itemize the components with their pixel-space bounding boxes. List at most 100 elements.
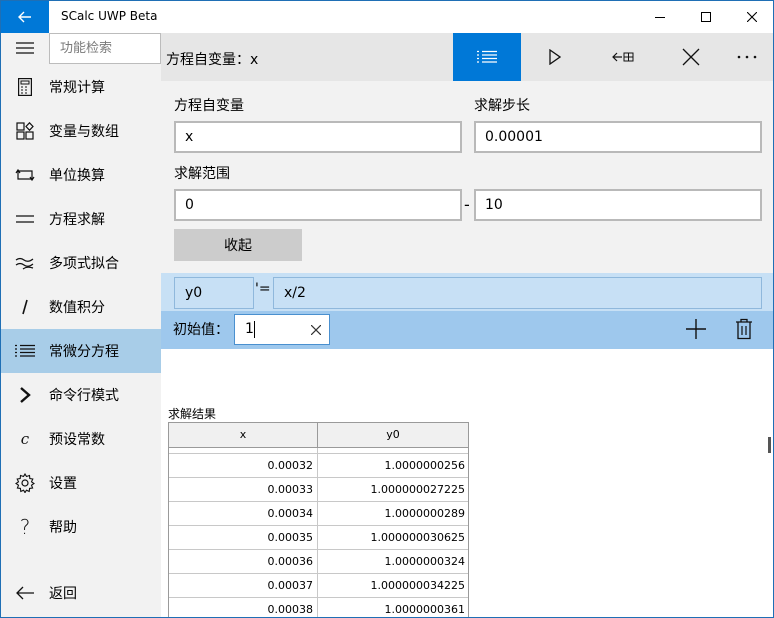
sidebar-back-button[interactable]: 返回 — [1, 571, 161, 615]
initial-value-input[interactable]: 1 — [234, 314, 330, 345]
cell-y0: 1.0000000324 — [384, 555, 465, 568]
close-icon — [682, 48, 700, 66]
run-button[interactable] — [521, 33, 589, 81]
sidebar-item-integral[interactable]: 数值积分 — [1, 285, 161, 329]
gear-icon — [1, 461, 49, 505]
range-dash: - — [464, 195, 470, 214]
constant-icon: c — [20, 430, 30, 448]
sidebar-item-regular-calc[interactable]: 常规计算 — [1, 65, 161, 109]
arrow-left-icon — [1, 571, 49, 615]
trash-icon — [736, 318, 752, 340]
table-row[interactable]: 0.00037 1.000000034225 — [169, 574, 468, 598]
clear-button[interactable] — [657, 33, 725, 81]
delete-equation-button[interactable] — [731, 316, 757, 342]
calculator-icon — [1, 65, 49, 109]
cell-y0: 1.000000027225 — [370, 483, 465, 496]
sidebar: 常规计算 变量与数组 单位换算 方程求解 多项式拟合 — [1, 33, 161, 617]
cell-x: 0.00032 — [169, 454, 318, 478]
sidebar-item-label: 多项式拟合 — [49, 256, 119, 272]
search-input[interactable] — [49, 33, 161, 64]
maximize-button[interactable] — [683, 1, 729, 33]
add-equation-button[interactable] — [683, 316, 709, 342]
close-icon — [311, 325, 321, 335]
range-label: 求解范围 — [174, 166, 230, 182]
sidebar-item-help[interactable]: ? 帮助 — [1, 505, 161, 549]
prime-equals-sign: '= — [255, 281, 271, 297]
backspace-button[interactable] — [589, 33, 657, 81]
table-row[interactable]: 0.00038 1.0000000361 — [169, 598, 468, 617]
equation-icon — [1, 197, 49, 241]
clear-input-button[interactable] — [307, 321, 325, 339]
hamburger-menu-button[interactable] — [1, 33, 49, 63]
sidebar-item-label: 数值积分 — [49, 300, 105, 316]
var-input[interactable] — [174, 121, 462, 153]
sidebar-item-settings[interactable]: 设置 — [1, 461, 161, 505]
table-row[interactable]: 0.00033 1.000000027225 — [169, 478, 468, 502]
table-row[interactable]: 0.00034 1.0000000289 — [169, 502, 468, 526]
text-caret — [254, 321, 255, 338]
sidebar-item-unit-convert[interactable]: 单位换算 — [1, 153, 161, 197]
arrow-left-icon — [18, 11, 31, 23]
cell-x: 0.00036 — [169, 550, 318, 574]
var-label: 方程自变量 — [174, 98, 244, 114]
range-from-input[interactable] — [174, 189, 462, 221]
sidebar-item-label: 方程求解 — [49, 212, 105, 228]
initial-value-label: 初始值： — [173, 322, 229, 338]
step-input[interactable] — [474, 121, 762, 153]
toolbar: 方程自变量：x — [161, 33, 773, 81]
minimize-icon — [655, 17, 665, 18]
cell-x: 0.00037 — [169, 574, 318, 598]
sidebar-item-label: 常微分方程 — [49, 344, 119, 360]
cell-x: 0.00034 — [169, 502, 318, 526]
results-table[interactable]: x y0 0.000311.0000000240 0.000321.000000… — [168, 422, 469, 617]
sidebar-item-label: 常规计算 — [49, 80, 105, 96]
sidebar-item-variables[interactable]: 变量与数组 — [1, 109, 161, 153]
sidebar-item-constants[interactable]: c 预设常数 — [1, 417, 161, 461]
cell-y0: 1.000000034225 — [370, 579, 465, 592]
range-to-input[interactable] — [474, 189, 762, 221]
table-row[interactable]: 0.00036 1.0000000324 — [169, 550, 468, 574]
equation-row: '= — [161, 273, 773, 311]
column-header-x[interactable]: x — [169, 423, 318, 447]
list-view-button[interactable] — [453, 33, 521, 81]
app-title: SCalc UWP Beta — [61, 9, 158, 23]
wave-icon — [1, 241, 49, 285]
sidebar-item-ode[interactable]: 常微分方程 — [1, 329, 161, 373]
sidebar-item-poly-fit[interactable]: 多项式拟合 — [1, 241, 161, 285]
vertical-scrollbar[interactable] — [768, 437, 771, 453]
minimize-button[interactable] — [637, 1, 683, 33]
collapse-button[interactable]: 收起 — [174, 229, 302, 261]
cell-y0: 1.000000030625 — [370, 531, 465, 544]
cell-x: 0.00035 — [169, 526, 318, 550]
chevron-right-icon — [1, 373, 49, 417]
more-button[interactable] — [721, 33, 773, 81]
equation-lhs-input[interactable] — [174, 277, 254, 309]
equation-rhs-input[interactable] — [273, 277, 762, 309]
table-row[interactable]: 0.00032 1.0000000256 — [169, 454, 468, 478]
app-window: SCalc UWP Beta 常规计算 变量与数组 — [0, 0, 774, 618]
column-header-y0[interactable]: y0 — [318, 423, 468, 447]
back-button[interactable] — [1, 1, 49, 33]
sidebar-item-label: 设置 — [49, 476, 77, 492]
settings-panel: 方程自变量 求解步长 求解范围 - 收起 — [161, 81, 773, 273]
title-bar: SCalc UWP Beta — [1, 1, 773, 33]
close-window-button[interactable] — [729, 1, 773, 33]
convert-icon — [1, 153, 49, 197]
maximize-icon — [701, 12, 711, 22]
more-icon — [737, 55, 757, 59]
step-label: 求解步长 — [474, 98, 530, 114]
table-row[interactable]: 0.00035 1.000000030625 — [169, 526, 468, 550]
equation-panel: '= 初始值： 1 — [161, 273, 773, 349]
sidebar-item-command-line[interactable]: 命令行模式 — [1, 373, 161, 417]
sidebar-item-label: 单位换算 — [49, 168, 105, 184]
sidebar-item-label: 变量与数组 — [49, 124, 119, 140]
list-icon — [1, 329, 49, 373]
table-body: 0.000311.0000000240 0.000321.0000000256 … — [169, 430, 468, 617]
sidebar-back-label: 返回 — [49, 586, 77, 602]
cell-y0: 1.0000000361 — [384, 603, 465, 616]
sidebar-item-label: 命令行模式 — [49, 388, 119, 404]
table-header: x y0 — [169, 422, 468, 448]
sidebar-item-label: 预设常数 — [49, 432, 105, 448]
sidebar-item-equation-solve[interactable]: 方程求解 — [1, 197, 161, 241]
play-icon — [549, 49, 561, 65]
